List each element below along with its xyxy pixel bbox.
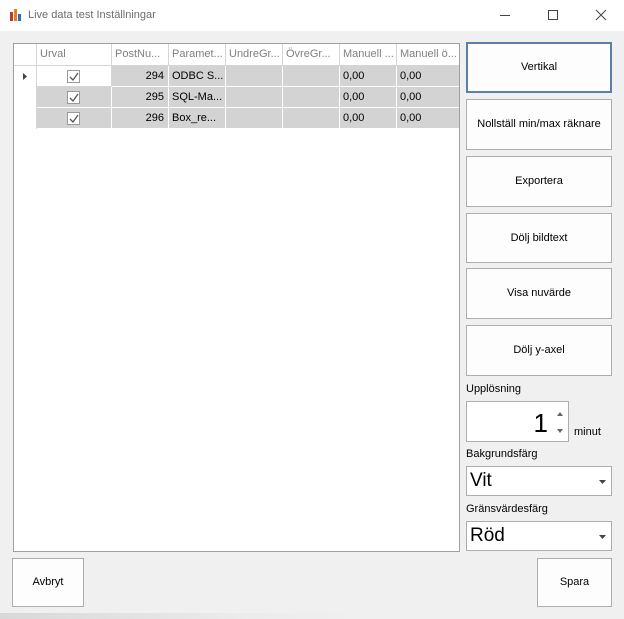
ovregrans-cell[interactable] [283, 66, 340, 87]
urval-cell[interactable] [37, 87, 112, 108]
undregrans-cell[interactable] [226, 108, 283, 129]
row-header[interactable] [14, 87, 37, 108]
nollstall-button[interactable]: Nollställ min/max räknare [466, 99, 612, 150]
title-bar: Live data test Inställningar [0, 0, 624, 31]
spin-up-icon[interactable] [555, 410, 565, 418]
spara-button[interactable]: Spara [537, 558, 612, 607]
minimize-icon [500, 15, 510, 16]
column-header-parameter[interactable]: Paramet... [169, 44, 226, 66]
upplosning-spinner[interactable]: 1 [466, 401, 569, 442]
column-header-undregrans[interactable]: UndreGr... [226, 44, 283, 66]
gransvardesfarg-select[interactable]: Röd [466, 521, 612, 551]
bakgrundsfarg-select[interactable]: Vit [466, 466, 612, 496]
avbryt-button[interactable]: Avbryt [12, 558, 84, 607]
column-header-manuell-ovre[interactable]: Manuell ö... [397, 44, 459, 66]
urval-checkbox[interactable] [67, 70, 80, 83]
exportera-button[interactable]: Exportera [466, 156, 612, 207]
table-row[interactable]: 294 ODBC S... 0,00 0,00 [14, 66, 459, 87]
maximize-icon [548, 10, 558, 20]
gransvardesfarg-label: Gränsvärdesfärg [466, 503, 548, 515]
undregrans-cell[interactable] [226, 66, 283, 87]
parameter-cell[interactable]: ODBC S... [169, 66, 226, 87]
row-header[interactable] [14, 66, 37, 87]
column-header-ovregrans[interactable]: ÖvreGr... [283, 44, 340, 66]
bottom-shadow [0, 613, 360, 619]
upplosning-label: Upplösning [466, 383, 522, 395]
checkmark-icon [69, 72, 79, 82]
current-row-arrow-icon [23, 73, 27, 80]
postnummer-cell[interactable]: 296 [112, 108, 169, 129]
bakgrundsfarg-value: Vit [470, 470, 492, 491]
manuell-undre-cell[interactable]: 0,00 [340, 66, 397, 87]
spin-down-icon[interactable] [555, 427, 565, 435]
undregrans-cell[interactable] [226, 87, 283, 108]
vertikal-button[interactable]: Vertikal [466, 42, 612, 93]
dolj-yaxel-button[interactable]: Dölj y-axel [466, 325, 612, 376]
window-title: Live data test Inställningar [28, 9, 156, 21]
urval-checkbox[interactable] [67, 112, 80, 125]
ovregrans-cell[interactable] [283, 87, 340, 108]
chevron-down-icon[interactable] [599, 480, 606, 484]
table-row[interactable]: 296 Box_re... 0,00 0,00 [14, 108, 459, 129]
parameter-cell[interactable]: SQL-Ma... [169, 87, 226, 108]
minimize-button[interactable] [482, 0, 528, 31]
manuell-ovre-cell[interactable]: 0,00 [397, 66, 459, 87]
postnummer-cell[interactable]: 294 [112, 66, 169, 87]
checkmark-icon [69, 93, 79, 103]
column-header-postnummer[interactable]: PostNu... [112, 44, 169, 66]
parameter-cell[interactable]: Box_re... [169, 108, 226, 129]
upplosning-value[interactable]: 1 [534, 408, 548, 439]
dolj-bildtext-button[interactable]: Dölj bildtext [466, 213, 612, 263]
ovregrans-cell[interactable] [283, 108, 340, 129]
grid-corner-header[interactable] [14, 44, 37, 66]
manuell-undre-cell[interactable]: 0,00 [340, 87, 397, 108]
table-row[interactable]: 295 SQL-Ma... 0,00 0,00 [14, 87, 459, 108]
close-icon [595, 9, 607, 21]
manuell-undre-cell[interactable]: 0,00 [340, 108, 397, 129]
urval-cell[interactable] [37, 108, 112, 129]
bakgrundsfarg-label: Bakgrundsfärg [466, 448, 538, 460]
manuell-ovre-cell[interactable]: 0,00 [397, 87, 459, 108]
urval-checkbox[interactable] [67, 91, 80, 104]
chevron-down-icon[interactable] [599, 535, 606, 539]
manuell-ovre-cell[interactable]: 0,00 [397, 108, 459, 129]
data-grid[interactable]: Urval PostNu... Paramet... UndreGr... Öv… [13, 43, 460, 552]
upplosning-unit: minut [574, 426, 601, 438]
checkmark-icon [69, 114, 79, 124]
maximize-button[interactable] [530, 0, 576, 31]
column-header-urval[interactable]: Urval [37, 44, 112, 66]
visa-nuvarde-button[interactable]: Visa nuvärde [466, 268, 612, 319]
urval-cell[interactable] [37, 66, 112, 87]
close-button[interactable] [578, 0, 624, 31]
app-icon [10, 9, 21, 21]
gransvardesfarg-value: Röd [470, 525, 505, 546]
row-header[interactable] [14, 108, 37, 129]
postnummer-cell[interactable]: 295 [112, 87, 169, 108]
column-header-manuell-undre[interactable]: Manuell ... [340, 44, 397, 66]
